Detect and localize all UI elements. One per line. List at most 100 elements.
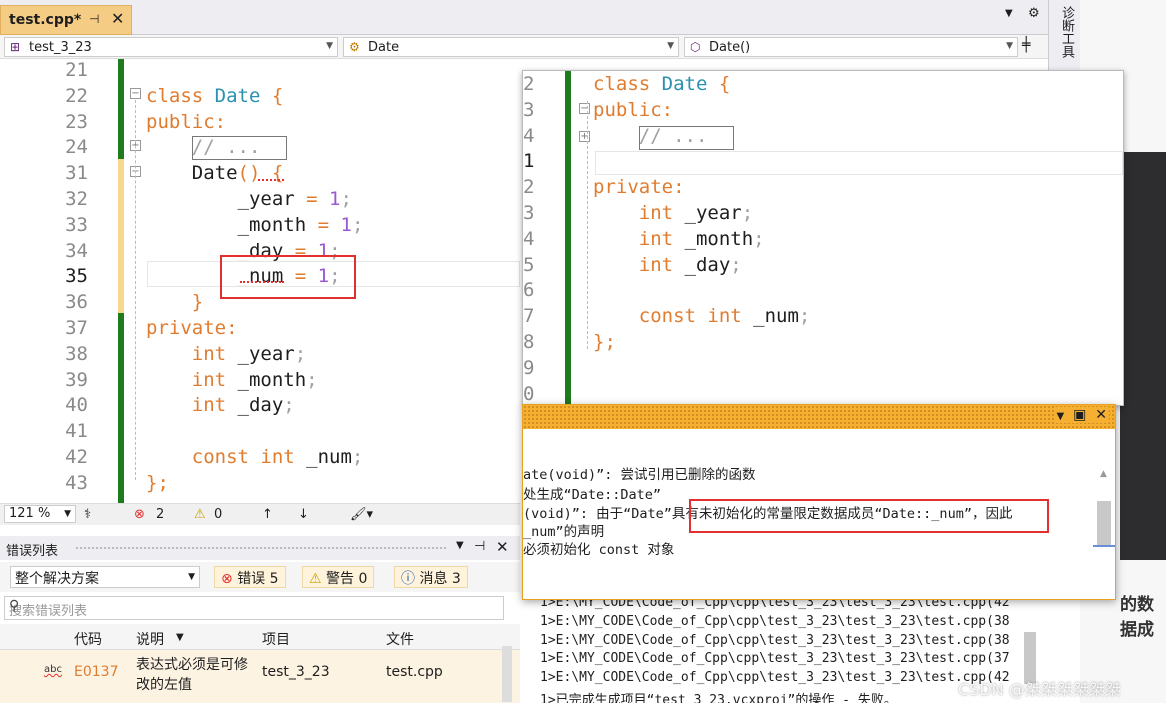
current-line-highlight xyxy=(595,151,1123,175)
code-line[interactable]: 6 xyxy=(523,277,1123,303)
search-icon[interactable]: ⚲ xyxy=(9,598,497,614)
split-icon[interactable]: ╪ xyxy=(1022,37,1030,53)
build-log-line: 1>E:\MY_CODE\Code_of_Cpp\cpp\test_3_23\t… xyxy=(540,651,1010,667)
code-text: _year = 1; xyxy=(146,188,352,210)
column-description[interactable]: 说明 xyxy=(136,629,164,649)
scope-value: 整个解决方案 xyxy=(15,571,99,587)
output-scrollbar[interactable]: ▲ xyxy=(1093,469,1115,579)
error-search-input[interactable]: 搜索错误列表 ⚲ xyxy=(4,596,504,620)
close-icon[interactable]: ✕ xyxy=(1095,407,1107,423)
messages-filter-label: 消息 3 xyxy=(419,571,461,587)
zoom-combo[interactable]: 121 % ▼ xyxy=(4,505,76,523)
column-project[interactable]: 项目 xyxy=(262,629,290,649)
code-line[interactable]: 33 _month = 1; xyxy=(0,212,520,238)
output-line: 必须初始化 const 对象 xyxy=(523,542,675,558)
code-line[interactable]: 3 int _year; xyxy=(523,200,1123,226)
code-line[interactable]: 40 int _day; xyxy=(0,392,520,418)
scroll-up-icon[interactable]: ▲ xyxy=(1100,469,1107,479)
chevron-down-icon[interactable]: ▼ xyxy=(1057,411,1065,422)
tab-test-cpp[interactable]: test.cpp* ⊣ ✕ xyxy=(0,5,132,35)
code-line[interactable]: 43}; xyxy=(0,470,520,496)
warning-count[interactable]: 0 xyxy=(214,507,222,522)
close-icon[interactable]: ✕ xyxy=(496,538,509,556)
arrow-down-icon[interactable]: ↓ xyxy=(298,507,309,522)
code-text: Date() { xyxy=(146,162,284,185)
scroll-thumb[interactable] xyxy=(1097,501,1111,545)
gear-icon[interactable]: ⚙ xyxy=(1028,6,1040,21)
line-number: 1 xyxy=(523,150,535,173)
line-number: 33 xyxy=(65,213,88,236)
scope-dropdown[interactable]: 整个解决方案 ▼ xyxy=(10,566,200,588)
code-editor[interactable]: 21 22 class Date {23 public: 24 // ... 31 Dat… xyxy=(0,59,520,503)
scrollbar[interactable] xyxy=(502,646,512,702)
code-line[interactable]: 4 int _month; xyxy=(523,226,1123,252)
warnings-filter[interactable]: ⚠ 警告 0 xyxy=(302,566,375,588)
window-controls: ▼ ▣ ✕ xyxy=(1054,407,1109,423)
close-icon[interactable]: ✕ xyxy=(111,9,124,28)
code-line[interactable]: 21 xyxy=(0,59,520,83)
collapsed-region[interactable] xyxy=(639,126,734,150)
error-description: 改的左值 xyxy=(136,677,192,693)
code-text: } xyxy=(146,291,204,314)
intellicode-icon[interactable]: ⚕ xyxy=(84,507,91,522)
column-code[interactable]: 代码 xyxy=(74,629,102,649)
scope-combo[interactable]: ⚙ Date ▼ xyxy=(343,37,679,57)
table-row[interactable]: abc E0137 表达式必须是可修 改的左值 test_3_23 test.c… xyxy=(0,646,520,703)
pin-icon[interactable]: ⊣ xyxy=(89,12,99,26)
fold-toggle[interactable]: − xyxy=(130,88,141,99)
code-text: class Date { xyxy=(146,84,284,107)
maximize-icon[interactable]: ▣ xyxy=(1073,407,1086,423)
code-line[interactable]: 37 private: xyxy=(0,315,520,341)
output-window[interactable]: ▼ ▣ ✕ ate(void)”: 尝试引用已删除的函数 处生成“Date::Da… xyxy=(522,404,1116,600)
error-code[interactable]: E0137 xyxy=(74,664,118,680)
peek-code-window[interactable]: 2 class Date {3 public: 4 // ... 1 2 private: 3… xyxy=(522,70,1124,406)
code-line[interactable]: 2 private: xyxy=(523,174,1123,200)
code-line[interactable]: 3 public: xyxy=(523,97,1123,123)
project-combo[interactable]: ⊞ test_3_23 ▼ xyxy=(4,37,338,57)
line-number: 40 xyxy=(65,394,88,417)
code-text: int _month; xyxy=(146,368,318,391)
code-line[interactable]: 0 xyxy=(523,381,1123,405)
column-file[interactable]: 文件 xyxy=(386,629,414,649)
error-list-toolbar: 整个解决方案 ▼ ⊗ 错误 5 ⚠ 警告 0 ⓘ 消息 3 xyxy=(0,562,520,592)
code-line[interactable]: 23 public: xyxy=(0,109,520,135)
diagnostic-tools-tab[interactable]: 诊断工具 xyxy=(1048,0,1080,70)
chevron-down-icon[interactable]: ▼ xyxy=(456,540,464,551)
tab-dropdown-icon[interactable]: ▼ xyxy=(1005,8,1013,19)
member-combo[interactable]: ⬡ Date() ▼ xyxy=(684,37,1018,57)
code-line[interactable]: 2 class Date { xyxy=(523,71,1123,97)
code-line[interactable]: 7 const int _num; xyxy=(523,303,1123,329)
error-icon[interactable]: ⊗ xyxy=(134,507,145,522)
warning-icon[interactable]: ⚠ xyxy=(194,507,206,522)
fold-toggle[interactable]: − xyxy=(579,103,590,114)
code-line[interactable]: 9 xyxy=(523,355,1123,381)
error-list-columns: 代码 说明 ▼ 项目 文件 xyxy=(0,624,520,650)
line-number: 4 xyxy=(523,124,535,147)
code-line[interactable]: 8}; xyxy=(523,329,1123,355)
code-line[interactable]: 32 _year = 1; xyxy=(0,186,520,212)
code-line[interactable]: 31 Date() { xyxy=(0,160,520,186)
code-line[interactable]: 41 xyxy=(0,418,520,444)
code-line[interactable]: 5 int _day; xyxy=(523,252,1123,278)
error-list-header: 错误列表 ▼ ⊣ ✕ xyxy=(0,536,520,560)
line-number: 38 xyxy=(65,342,88,365)
pin-icon[interactable]: ⊣ xyxy=(474,539,485,554)
collapsed-region[interactable] xyxy=(192,136,287,160)
messages-filter[interactable]: ⓘ 消息 3 xyxy=(394,566,468,588)
fold-toggle[interactable]: + xyxy=(579,131,590,142)
code-line[interactable]: 22 class Date { xyxy=(0,83,520,109)
brush-icon[interactable]: 🖌▾ xyxy=(350,507,373,522)
method-icon: ⬡ xyxy=(690,40,701,54)
line-number: 22 xyxy=(65,84,88,107)
error-count[interactable]: 2 xyxy=(156,507,164,522)
code-text: public: xyxy=(146,110,227,133)
arrow-up-icon[interactable]: ↑ xyxy=(262,507,273,522)
code-line[interactable]: 42 const int _num; xyxy=(0,444,520,470)
spell-check-icon: abc xyxy=(44,664,62,675)
annotation-red-box xyxy=(689,499,1049,533)
errors-filter[interactable]: ⊗ 错误 5 xyxy=(214,566,286,588)
code-line[interactable]: 4 // ... xyxy=(523,123,1123,149)
code-line[interactable]: 39 int _month; xyxy=(0,367,520,393)
line-number: 8 xyxy=(523,331,535,353)
code-line[interactable]: 38 int _year; xyxy=(0,341,520,367)
